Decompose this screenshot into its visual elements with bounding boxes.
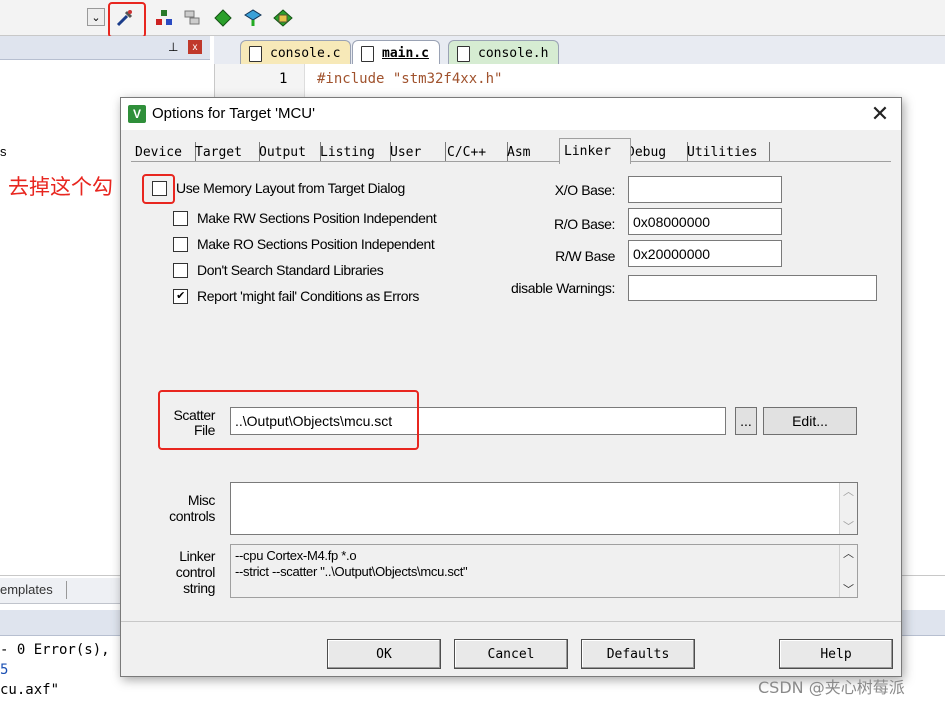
build-line: 5 <box>0 662 9 678</box>
manage-run-time-icon[interactable] <box>272 7 294 29</box>
pin-icon[interactable]: ⊥ <box>168 40 178 54</box>
keil-icon: V <box>128 105 146 123</box>
tab-underline <box>131 161 891 162</box>
tab-main-c[interactable]: main.c <box>352 40 440 66</box>
tab-target[interactable]: Target <box>191 142 260 162</box>
pack-installer-icon[interactable] <box>242 7 264 29</box>
tab-device[interactable]: Device <box>131 142 196 162</box>
disable-warnings-input[interactable] <box>628 275 877 301</box>
toolbar-highlight-box <box>108 2 146 38</box>
scroll-down-icon[interactable]: ﹀ <box>843 581 854 597</box>
scrollbar[interactable]: ︿ ﹀ <box>839 483 857 534</box>
ide-toolbar: ⌄ <box>0 0 945 38</box>
line-number: 1 <box>279 71 288 87</box>
build-line: - 0 Error(s), <box>0 642 110 658</box>
dialog-title: Options for Target 'MCU' <box>152 105 316 122</box>
browse-scatter-button[interactable]: ... <box>735 407 757 435</box>
checkbox-checked[interactable]: ✔ <box>173 288 188 304</box>
build-output-text: - 0 Error(s), 5 cu.axf" <box>0 640 110 700</box>
dropdown-icon[interactable]: ⌄ <box>87 8 105 26</box>
file-icon <box>457 45 470 62</box>
help-button[interactable]: Help <box>779 639 893 669</box>
build-line: cu.axf" <box>0 682 60 698</box>
dont-search-libraries-checkbox[interactable]: Don't Search Standard Libraries <box>173 262 384 278</box>
linker-control-text: --cpu Cortex-M4.fp *.o --strict --scatte… <box>235 548 468 579</box>
scroll-up-icon[interactable]: ︿ <box>843 545 854 561</box>
code-line[interactable]: #include "stm32f4xx.h" <box>317 71 502 87</box>
misc-controls-value[interactable] <box>231 483 839 534</box>
checkbox-box[interactable] <box>173 262 188 278</box>
linker-control-string-box: --cpu Cortex-M4.fp *.o --strict --scatte… <box>230 544 858 598</box>
misc-controls-textarea[interactable]: ︿ ﹀ <box>230 482 858 535</box>
tab-templates[interactable]: emplates <box>0 582 53 597</box>
file-icon <box>361 45 374 62</box>
report-might-fail-checkbox[interactable]: ✔ Report 'might fail' Conditions as Error… <box>173 288 419 304</box>
rw-base-input[interactable]: 0x20000000 <box>628 240 782 267</box>
tab-utilities[interactable]: Utilities <box>683 142 770 162</box>
checkbox-box[interactable] <box>173 236 188 252</box>
rw-position-independent-checkbox[interactable]: Make RW Sections Position Independent <box>173 210 437 226</box>
scroll-up-icon[interactable]: ︿ <box>843 483 854 499</box>
checkbox-highlight-box <box>142 174 175 204</box>
scroll-down-icon[interactable]: ﹀ <box>843 518 854 534</box>
tab-linker[interactable]: Linker <box>559 138 631 164</box>
xo-base-label: X/O Base: <box>554 182 616 198</box>
options-dialog: V Options for Target 'MCU' ✕ Device Targ… <box>120 97 902 677</box>
edit-scatter-button[interactable]: Edit... <box>763 407 857 435</box>
xo-base-input[interactable] <box>628 176 782 203</box>
tree-fragment: s <box>0 144 7 159</box>
scatter-highlight-box <box>158 390 419 450</box>
diamond-icon[interactable] <box>212 7 234 29</box>
tab-debug[interactable]: Debug <box>623 142 688 162</box>
dialog-tabs: Device Target Output Listing User C/C++ … <box>131 138 891 164</box>
defaults-button[interactable]: Defaults <box>581 639 695 669</box>
rw-base-label: R/W Base <box>555 248 615 264</box>
tab-console-c[interactable]: console.c <box>240 40 352 66</box>
cancel-button[interactable]: Cancel <box>454 639 568 669</box>
annotation-text: 去掉这个勾 <box>8 175 113 199</box>
file-icon <box>249 45 262 62</box>
project-pane-header: ⊥ x <box>0 36 210 60</box>
component-icon[interactable] <box>153 7 175 29</box>
tab-divider <box>66 581 67 599</box>
use-memory-layout-checkbox[interactable]: Use Memory Layout from Target Dialog <box>152 180 405 196</box>
tab-listing[interactable]: Listing <box>316 142 391 162</box>
ok-button[interactable]: OK <box>327 639 441 669</box>
tab-output[interactable]: Output <box>255 142 321 162</box>
close-button[interactable]: ✕ <box>865 100 895 128</box>
ro-base-input[interactable]: 0x08000000 <box>628 208 782 235</box>
file-extensions-icon[interactable] <box>181 7 203 29</box>
linker-control-string-label: Linker control string <box>175 548 216 596</box>
ro-base-label: R/O Base: <box>554 216 615 232</box>
disable-warnings-label: disable Warnings: <box>511 280 615 296</box>
tab-asm[interactable]: Asm <box>503 142 561 162</box>
watermark: CSDN @夹心树莓派 <box>758 678 905 697</box>
pane-close-icon[interactable]: x <box>188 40 202 54</box>
ro-position-independent-checkbox[interactable]: Make RO Sections Position Independent <box>173 236 435 252</box>
misc-controls-label: Misc controls <box>169 492 215 524</box>
checkbox-box[interactable] <box>173 210 188 226</box>
tab-c-cpp[interactable]: C/C++ <box>443 142 508 162</box>
separator <box>121 621 901 622</box>
tab-console-h[interactable]: console.h <box>448 40 560 66</box>
dialog-titlebar[interactable]: V Options for Target 'MCU' ✕ <box>121 98 901 130</box>
tab-user[interactable]: User <box>386 142 446 162</box>
scrollbar[interactable]: ︿ ﹀ <box>839 545 857 597</box>
